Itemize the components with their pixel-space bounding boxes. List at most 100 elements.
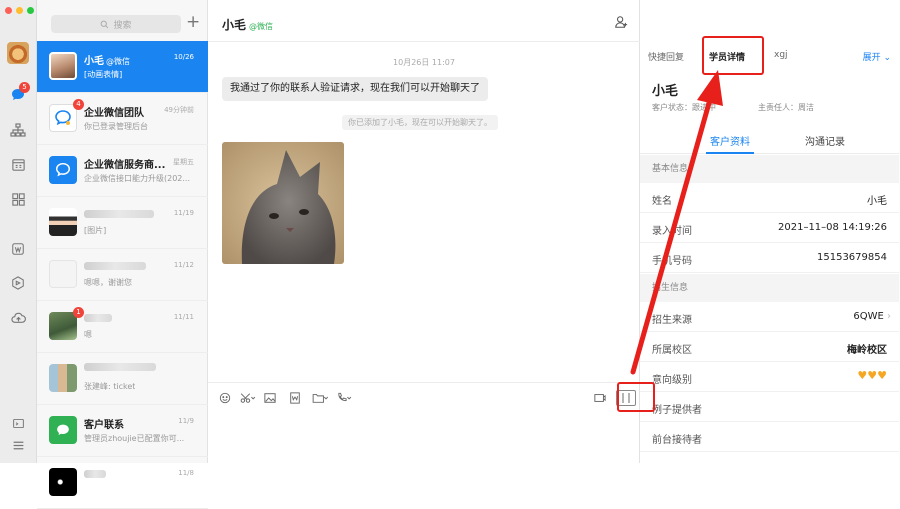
item-preview: 张建峰: ticket: [84, 382, 136, 391]
list-item[interactable]: 张建峰: ticket: [37, 353, 208, 405]
item-preview: 管理员zhoujie已配置你可...: [84, 434, 185, 443]
customer-owner: 主责任人：周洁: [758, 103, 814, 112]
tab-customer-profile[interactable]: 客户资料: [710, 133, 750, 148]
list-item[interactable]: 11/19 [图片]: [37, 197, 208, 249]
field-row[interactable]: 姓名 小毛: [640, 183, 899, 213]
message-bubble[interactable]: 我通过了你的联系人验证请求，现在我们可以开始聊天了: [222, 77, 488, 101]
tab-quick-reply[interactable]: 快捷回复: [648, 50, 684, 63]
highlight-student-details: [702, 36, 764, 75]
item-preview: [动画表情]: [84, 70, 123, 79]
search-input[interactable]: 搜索: [51, 15, 181, 33]
tab-xgj[interactable]: xgj: [774, 50, 788, 60]
item-name: 客户联系: [84, 420, 124, 431]
avatar: [49, 208, 77, 236]
list-item[interactable]: 11/12 嗯嗯，谢谢您: [37, 249, 208, 301]
image-icon[interactable]: [263, 391, 277, 405]
cat-image[interactable]: [222, 142, 344, 264]
list-item[interactable]: 1 11/11 嗯: [37, 301, 208, 353]
service-provider-icon: [49, 156, 77, 184]
field-row[interactable]: 手机号码 15153679854: [640, 243, 899, 273]
field-row[interactable]: 所属校区 梅岭校区: [640, 332, 899, 362]
item-time: 11/19: [173, 209, 194, 217]
drive-icon[interactable]: [9, 274, 27, 292]
blurred-name: [84, 363, 156, 371]
section-basic: 基本信息: [640, 155, 899, 183]
detail-panel: 快捷回复 学员详情 xgj 展开 ⌄ 小毛 客户状态：跟进中 主责任人：周洁 客…: [640, 0, 899, 463]
conversation-list: 搜索 + 小毛 @微信 10/26 [动画表情] 4 企业微信团队 49分钟前 你…: [37, 0, 208, 509]
message-timestamp: 10月26日 11:07: [393, 58, 455, 67]
search-icon: [101, 20, 109, 28]
expand-label: 展开: [862, 53, 881, 63]
active-tab-indicator: [706, 152, 754, 154]
blurred-name: [84, 314, 112, 322]
field-label: 招生来源: [652, 315, 692, 326]
terminal-icon[interactable]: [9, 414, 27, 432]
zoom-window-button[interactable]: [27, 7, 34, 14]
list-item[interactable]: 企业微信服务商... 星期五 企业微信接口能力升级(202...: [37, 145, 208, 197]
field-value: 15153679854: [817, 252, 887, 263]
item-name: 小毛: [84, 56, 104, 67]
avatar: [49, 468, 77, 496]
field-value: 6QWE: [853, 311, 884, 322]
blurred-name: [84, 262, 146, 270]
item-preview: [图片]: [84, 226, 107, 235]
doc-icon[interactable]: [288, 391, 302, 405]
customer-status: 客户状态：跟进中: [652, 103, 716, 112]
field-value: 小毛: [867, 196, 887, 207]
field-row[interactable]: 意向级别 ♥♥♥: [640, 362, 899, 392]
item-time: 星期五: [173, 158, 194, 166]
field-row[interactable]: 招生来源 6QWE ›: [640, 302, 899, 332]
item-preview: 你已登录管理后台: [84, 122, 148, 131]
item-name: 企业微信服务商...: [84, 160, 166, 171]
field-label: 前台接待者: [652, 435, 702, 446]
emoji-icon[interactable]: [218, 391, 232, 405]
blurred-name: [84, 210, 154, 218]
section-enroll: 招生信息: [640, 274, 899, 302]
customer-name: 小毛: [652, 84, 679, 99]
avatar: [49, 260, 77, 288]
tab-communication-log[interactable]: 沟通记录: [805, 133, 845, 148]
blurred-name: [84, 470, 106, 478]
calendar-icon[interactable]: [9, 155, 27, 173]
list-item[interactable]: 客户联系 11/9 管理员zhoujie已配置你可...: [37, 405, 208, 457]
system-message: 你已添加了小毛，现在可以开始聊天了。: [342, 115, 498, 130]
menu-icon[interactable]: [9, 436, 27, 454]
avatar: [49, 52, 77, 80]
field-value: 梅岭校区: [847, 345, 887, 356]
apps-icon[interactable]: [9, 190, 27, 208]
field-value: 2021–11–08 14:19:26: [778, 222, 887, 233]
add-member-icon[interactable]: [614, 15, 628, 32]
item-time: 11/12: [173, 261, 194, 269]
list-item[interactable]: 4 企业微信团队 49分钟前 你已登录管理后台: [37, 93, 208, 145]
app-window: 5 搜索 + 小毛 @微信 10/26 [动画表情] 4 企业微信团队 49分钟…: [0, 0, 900, 509]
add-button[interactable]: +: [186, 12, 200, 32]
wecom-logo-icon: [49, 104, 77, 132]
list-item[interactable]: 11/8: [37, 457, 208, 509]
list-item[interactable]: 小毛 @微信 10/26 [动画表情]: [37, 41, 208, 93]
highlight-sidebar-toggle: [617, 382, 655, 412]
field-label: 意向级别: [652, 375, 692, 386]
scissors-icon[interactable]: [238, 391, 258, 405]
folder-icon[interactable]: [310, 391, 330, 405]
panel-tabs: 快捷回复 学员详情 xgj 展开 ⌄: [640, 0, 899, 74]
field-row[interactable]: 前台接待者: [640, 422, 899, 452]
minimize-window-button[interactable]: [16, 7, 23, 14]
user-avatar[interactable]: [7, 42, 29, 64]
doc-icon[interactable]: [9, 240, 27, 258]
field-label: 姓名: [652, 196, 672, 207]
field-row[interactable]: 例子提供者: [640, 392, 899, 422]
window-controls: [5, 7, 34, 14]
chevron-down-icon: ⌄: [880, 53, 891, 63]
item-time: 11/11: [173, 313, 194, 321]
field-row[interactable]: 录入时间 2021–11–08 14:19:26: [640, 213, 899, 243]
cloud-icon[interactable]: [9, 309, 27, 327]
screen-share-icon[interactable]: [593, 391, 607, 405]
item-time: 11/8: [178, 469, 194, 477]
expand-button[interactable]: 展开 ⌄: [863, 50, 891, 63]
composer-toolbar: [208, 382, 640, 412]
left-rail: 5: [0, 0, 37, 463]
org-icon[interactable]: [9, 121, 27, 139]
close-window-button[interactable]: [5, 7, 12, 14]
item-tag: @微信: [106, 57, 130, 66]
phone-icon[interactable]: [334, 391, 354, 405]
